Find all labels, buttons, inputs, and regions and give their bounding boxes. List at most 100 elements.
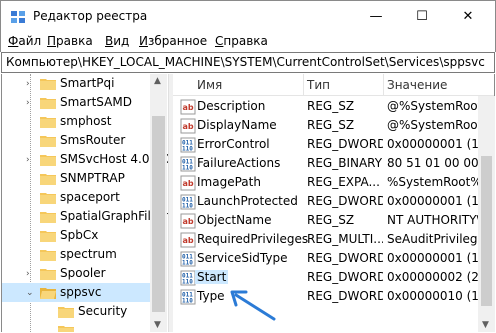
menu-file[interactable]: Файл — [8, 34, 41, 48]
folder-icon — [58, 326, 74, 332]
value-row[interactable]: ab ImagePath REG_EXPA... %SystemRoot%\ — [173, 173, 479, 192]
value-row[interactable]: 011 110 ServiceSidType REG_DWORD 0x00000001 … — [173, 249, 479, 268]
column-data[interactable]: Значение — [387, 78, 447, 92]
value-data: @%SystemRoot% — [387, 99, 479, 113]
string-value-icon: ab — [180, 213, 196, 229]
value-data: @%SystemRoot% — [387, 118, 479, 132]
tree-item-selected[interactable]: ⌄ sppsvc — [2, 283, 152, 302]
tree-item[interactable]: SNMPTRAP — [2, 169, 152, 188]
tree-item-partial[interactable] — [2, 321, 152, 332]
binary-value-icon: 011110 — [180, 156, 196, 172]
folder-icon — [58, 307, 74, 318]
column-type[interactable]: Тип — [307, 78, 330, 92]
menu-edit[interactable]: Правка — [47, 34, 93, 48]
close-button[interactable]: ✕ — [445, 1, 491, 32]
value-type: REG_BINARY — [307, 156, 383, 170]
value-row[interactable]: ab RequiredPrivileges REG_MULTI... SeAuditP… — [173, 230, 479, 249]
menu-favorites[interactable]: Избранное — [139, 34, 207, 48]
column-divider[interactable] — [303, 74, 304, 96]
svg-text:110: 110 — [182, 298, 193, 305]
value-row-highlighted[interactable]: 011 110 Start REG_DWORD 0x00000002 (2) — [173, 268, 479, 287]
value-data: SeAuditPrivilege — [387, 232, 479, 246]
value-row[interactable]: ab ObjectName REG_SZ NT AUTHORITY\ — [173, 211, 479, 230]
expand-icon[interactable]: › — [26, 270, 35, 279]
value-type: REG_DWORD — [307, 270, 383, 284]
tree-scroll-thumb[interactable] — [152, 116, 165, 312]
menu-help[interactable]: Справка — [215, 34, 268, 48]
tree-item[interactable]: spaceport — [2, 188, 152, 207]
collapse-icon[interactable]: ⌄ — [26, 289, 35, 298]
value-row[interactable]: 011110Type REG_DWORD 0x00000010 (16) — [173, 287, 479, 306]
expand-icon[interactable]: › — [26, 80, 35, 89]
folder-icon — [40, 231, 56, 242]
value-data: 80 51 01 00 00 00 — [387, 156, 479, 170]
scroll-up-icon[interactable]: ▲ — [154, 76, 161, 86]
value-name: ObjectName — [197, 213, 272, 227]
tree-item[interactable]: › SMSvcHost 4.0.0.0 — [2, 150, 169, 169]
svg-text:110: 110 — [182, 260, 193, 267]
value-row[interactable]: 011 110 FailureActions REG_BINARY 80 51 01 0… — [173, 154, 479, 173]
value-type: REG_SZ — [307, 118, 355, 132]
address-bar[interactable]: Компьютер\HKEY_LOCAL_MACHINE\SYSTEM\Curr… — [1, 52, 495, 73]
tree-scrollbar[interactable]: ▲ ▼ — [150, 74, 167, 332]
maximize-button[interactable]: ☐ — [399, 1, 445, 32]
value-name: RequiredPrivileges — [197, 232, 309, 246]
tree-item[interactable]: SmsRouter — [2, 131, 152, 150]
tree-item[interactable]: › SmartSAMD — [2, 93, 152, 112]
folder-icon — [40, 79, 56, 90]
value-name: ServiceSidType — [197, 251, 288, 265]
binary-value-icon: 011110 — [180, 251, 196, 267]
value-type: REG_DWORD — [307, 251, 383, 265]
value-name: Start — [195, 270, 229, 284]
svg-text:110: 110 — [182, 146, 193, 153]
string-value-icon: ab — [180, 99, 196, 115]
tree-item[interactable]: › SmartPqi — [2, 74, 152, 93]
value-data: 0x00000001 (1) — [387, 194, 479, 208]
value-type: REG_MULTI... — [307, 232, 383, 246]
svg-text:ab: ab — [183, 217, 194, 226]
tree-item[interactable]: Security — [2, 302, 152, 321]
svg-text:110: 110 — [182, 203, 193, 210]
string-value-icon: ab — [180, 232, 196, 248]
svg-text:ab: ab — [183, 179, 194, 188]
key-tree: › SmartPqi › SmartSAMD smphost SmsRouter… — [1, 74, 169, 332]
column-divider[interactable] — [383, 74, 384, 96]
tree-item[interactable]: SpbCx — [2, 226, 152, 245]
list-header: Имя Тип Значение — [173, 74, 494, 96]
value-data: NT AUTHORITY\ — [387, 213, 479, 227]
maximize-icon: ☐ — [416, 9, 428, 24]
value-data: %SystemRoot%\ — [387, 175, 479, 189]
value-row[interactable]: 011 110 ErrorControl REG_DWORD 0x00000001 (1… — [173, 135, 479, 154]
string-value-icon: ab — [180, 175, 196, 191]
tree-item[interactable]: › Spooler — [2, 264, 152, 283]
annotation-arrow-icon — [230, 290, 276, 321]
value-type: REG_EXPA... — [307, 175, 380, 189]
value-name: FailureActions — [197, 156, 281, 170]
value-data: 0x00000010 (16) — [387, 289, 479, 303]
value-row[interactable]: abDescription REG_SZ @%SystemRoot% — [173, 97, 479, 116]
folder-icon — [40, 136, 56, 147]
expand-icon[interactable]: › — [26, 156, 35, 165]
svg-text:110: 110 — [182, 279, 193, 286]
menu-view[interactable]: Вид — [105, 34, 129, 48]
svg-text:ab: ab — [183, 236, 194, 245]
binary-value-icon: 011110 — [180, 270, 196, 286]
column-name[interactable]: Имя — [197, 78, 222, 92]
scroll-down-icon[interactable]: ▼ — [154, 320, 161, 330]
folder-icon — [40, 269, 56, 280]
value-row[interactable]: 011 110 LaunchProtected REG_DWORD 0x00000001… — [173, 192, 479, 211]
tree-item[interactable]: smphost — [2, 112, 152, 131]
scroll-down-icon[interactable]: ▼ — [482, 320, 489, 330]
registry-editor-icon — [11, 11, 25, 23]
tree-item[interactable]: spectrum — [2, 245, 152, 264]
expand-icon[interactable]: › — [26, 99, 35, 108]
value-type: REG_DWORD — [307, 194, 383, 208]
list-scrollbar[interactable]: ▼ — [478, 96, 495, 332]
list-scroll-thumb[interactable] — [481, 156, 492, 306]
folder-icon — [40, 212, 56, 223]
folder-icon — [40, 155, 56, 166]
tree-item[interactable]: SpatialGraphFilter — [2, 207, 168, 226]
close-icon: ✕ — [462, 9, 474, 24]
minimize-button[interactable]: — — [353, 1, 399, 32]
value-row[interactable]: abDisplayName REG_SZ @%SystemRoot% — [173, 116, 479, 135]
